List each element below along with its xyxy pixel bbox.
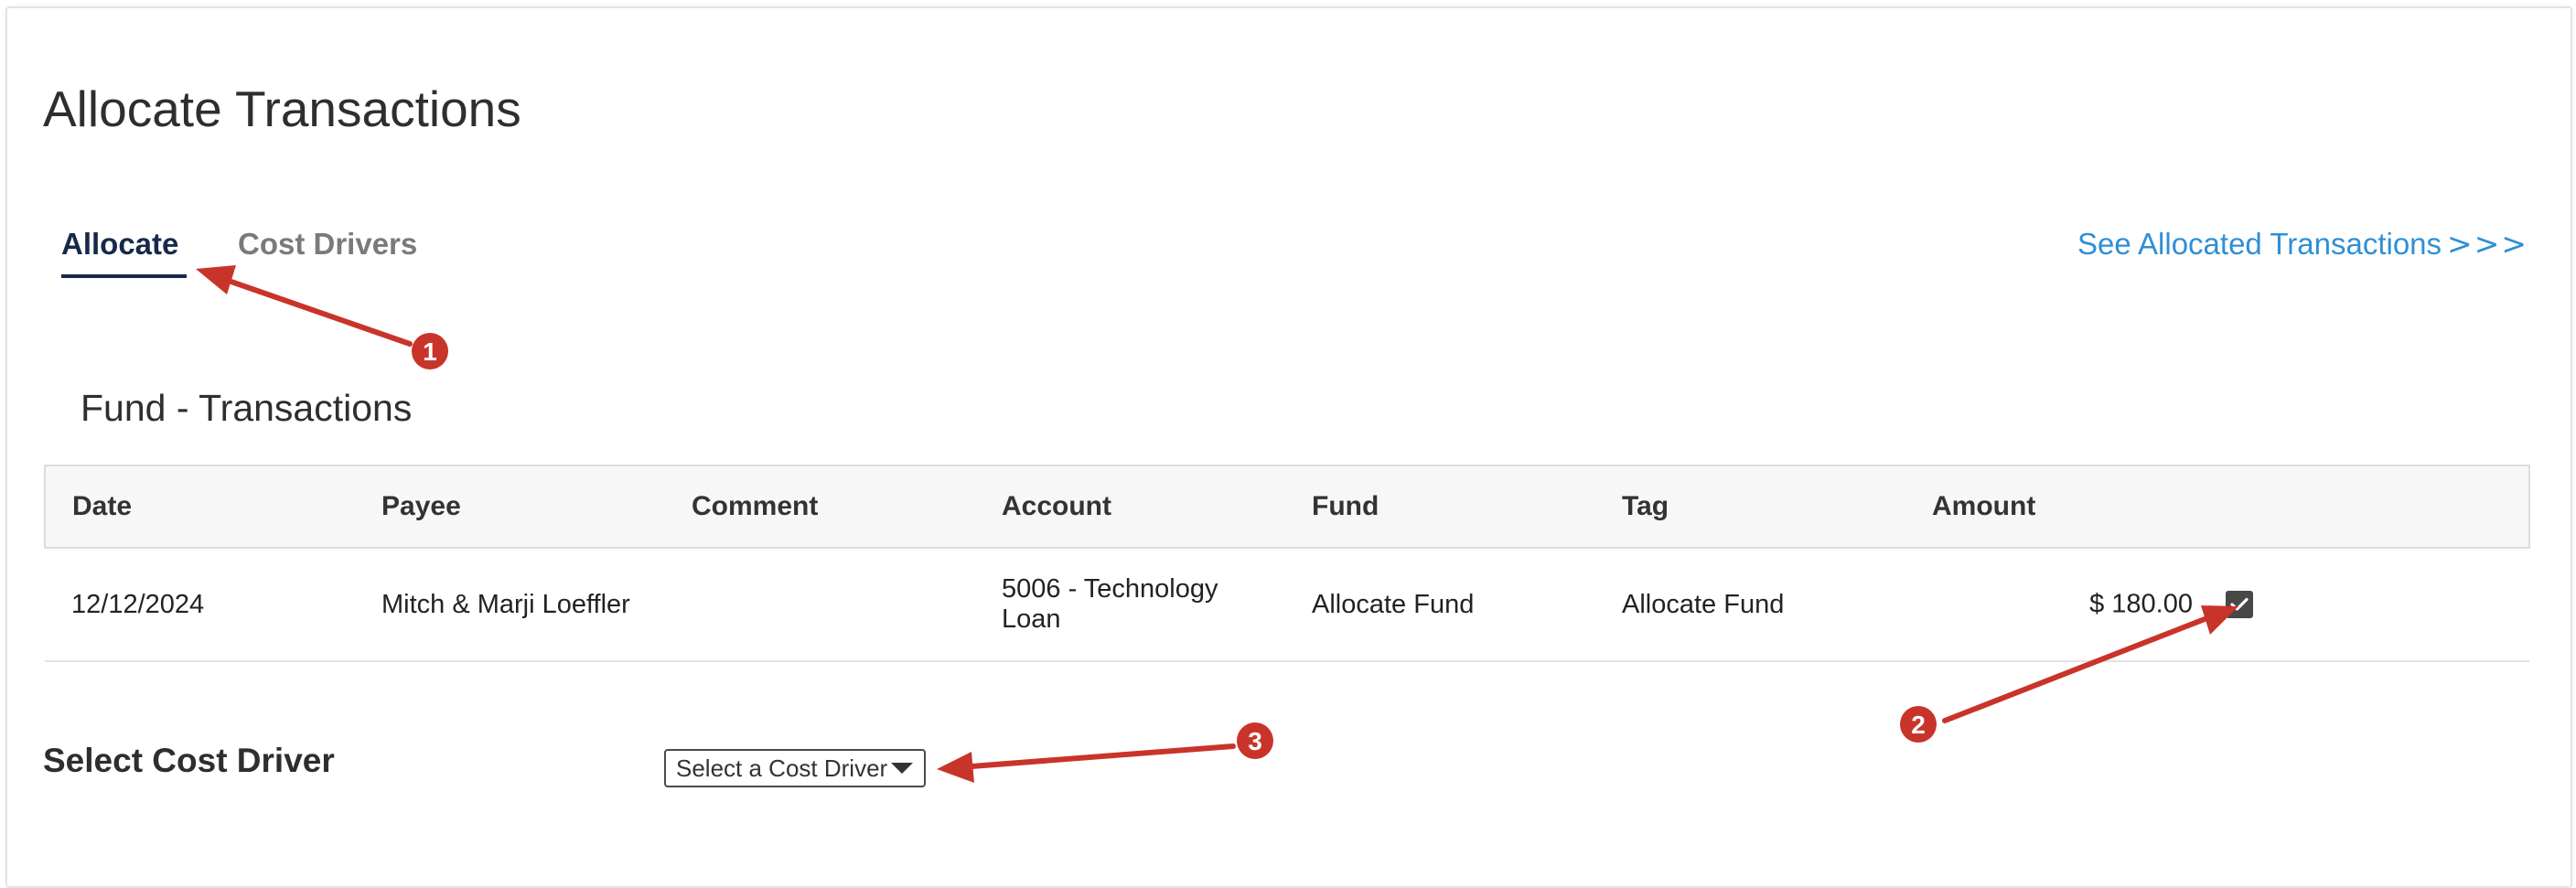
tab-allocate[interactable]: Allocate <box>61 221 188 278</box>
transactions-table: Date Payee Comment Account Fund Tag Amou… <box>44 465 2530 662</box>
section-title: Fund - Transactions <box>80 387 413 429</box>
see-allocated-label: See Allocated Transactions <box>2077 227 2442 261</box>
cost-driver-select[interactable]: Select a Cost Driver <box>664 749 926 787</box>
cost-driver-select-value: Select a Cost Driver <box>676 754 888 782</box>
cell-fund: Allocate Fund <box>1285 548 1595 662</box>
table-header-row: Date Payee Comment Account Fund Tag Amou… <box>44 465 2530 549</box>
cell-tag: Allocate Fund <box>1595 548 1905 662</box>
row-select-checkbox[interactable] <box>2226 591 2253 618</box>
column-header-payee[interactable]: Payee <box>355 465 665 549</box>
triple-chevron-right-icon: >>> <box>2447 226 2528 262</box>
see-allocated-transactions-link[interactable]: See Allocated Transactions >>> <box>2077 221 2528 267</box>
dropdown-caret-icon <box>891 763 913 774</box>
column-header-account[interactable]: Account <box>975 465 1285 549</box>
amount-value: $ 180.00 <box>2089 589 2193 619</box>
column-header-date[interactable]: Date <box>44 465 355 549</box>
cell-account: 5006 - Technology Loan <box>975 548 1285 662</box>
cell-comment <box>665 548 975 662</box>
table-row[interactable]: 12/12/2024 Mitch & Marji Loeffler 5006 -… <box>45 548 2529 662</box>
page-title: Allocate Transactions <box>43 80 521 137</box>
cell-amount: $ 180.00 <box>1905 548 2529 662</box>
tab-cost-drivers[interactable]: Cost Drivers <box>238 221 417 267</box>
column-header-comment[interactable]: Comment <box>665 465 975 549</box>
column-header-tag[interactable]: Tag <box>1595 465 1905 549</box>
column-header-amount[interactable]: Amount <box>1905 465 2530 549</box>
cell-payee: Mitch & Marji Loeffler <box>355 548 665 662</box>
amount-wrap: $ 180.00 <box>1905 549 2529 660</box>
select-cost-driver-label: Select Cost Driver <box>43 742 335 779</box>
checkmark-icon <box>2230 597 2249 611</box>
account-text: 5006 - Technology Loan <box>1002 574 1218 634</box>
column-header-fund[interactable]: Fund <box>1285 465 1595 549</box>
cell-date: 12/12/2024 <box>45 548 355 662</box>
